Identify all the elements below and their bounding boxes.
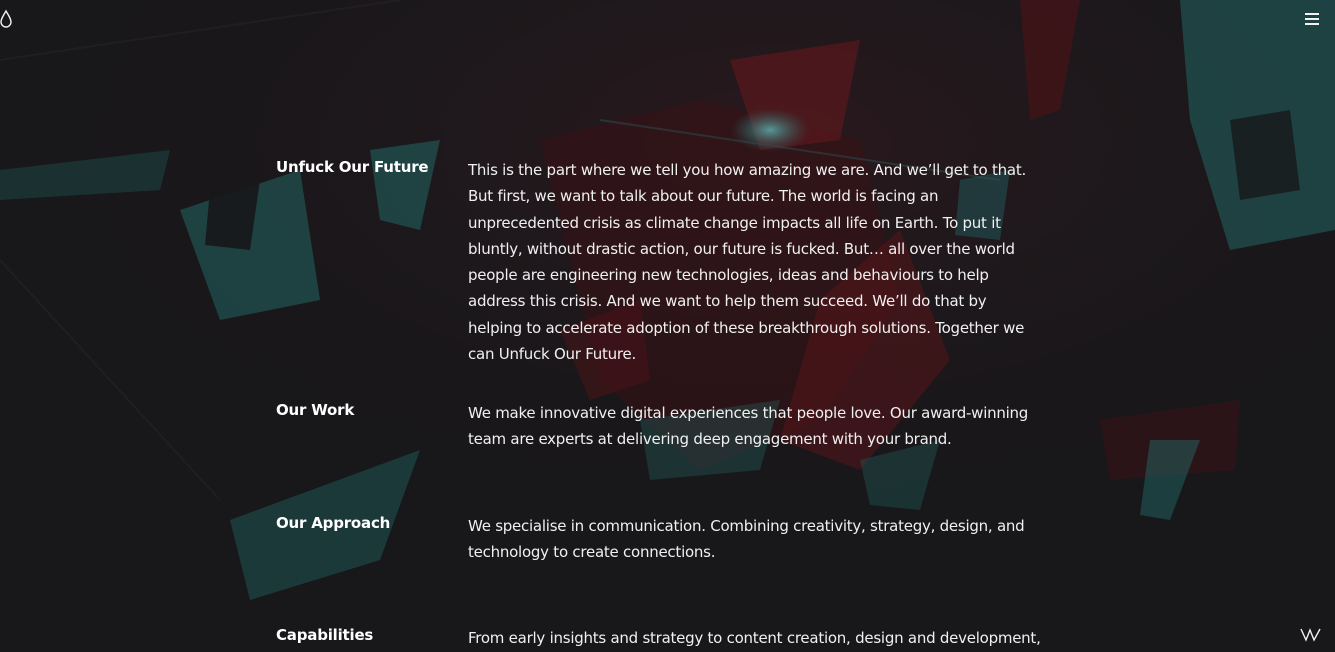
section-title: Unfuck Our Future bbox=[276, 158, 429, 176]
corner-mark-graphic bbox=[1300, 628, 1321, 642]
main-content: Unfuck Our Future This is the part where… bbox=[0, 0, 1335, 652]
signature-mark-icon[interactable] bbox=[1300, 627, 1322, 643]
hamburger-menu-icon[interactable] bbox=[1305, 13, 1321, 27]
section-title: Our Approach bbox=[276, 514, 391, 532]
menu-line bbox=[1305, 18, 1319, 20]
menu-line bbox=[1305, 23, 1319, 25]
section-title: Capabilities bbox=[276, 626, 374, 644]
droplet-icon[interactable] bbox=[0, 9, 16, 29]
logo-graphic bbox=[0, 9, 12, 28]
section-body: This is the part where we tell you how a… bbox=[468, 161, 1026, 364]
section-body: We make innovative digital experiences t… bbox=[468, 404, 1029, 449]
section-body: From early insights and strategy to cont… bbox=[468, 629, 1041, 647]
section-title: Our Work bbox=[276, 401, 355, 419]
menu-line bbox=[1305, 13, 1319, 15]
section-body: We specialise in communication. Combinin… bbox=[468, 517, 1025, 562]
